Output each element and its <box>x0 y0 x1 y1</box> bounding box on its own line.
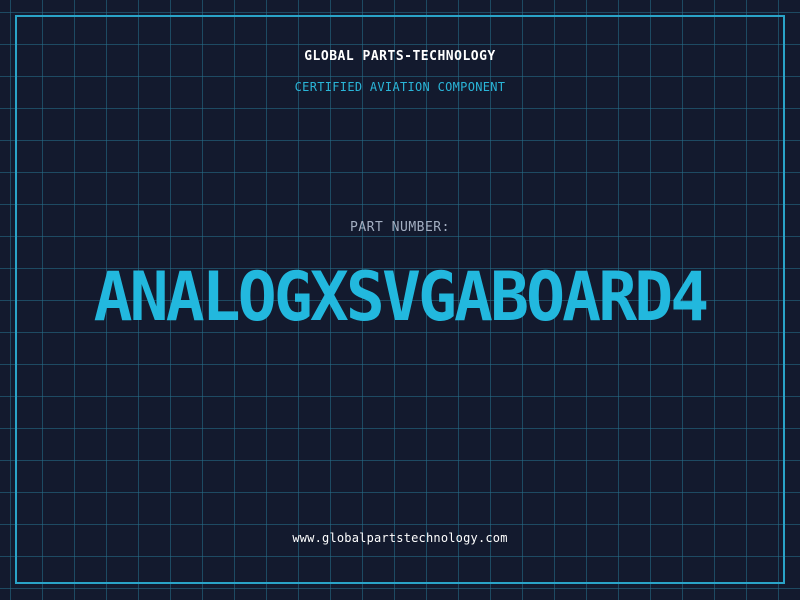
part-number-value: ANALOGXSVGABOARD4 <box>93 258 710 337</box>
certification-subtitle: CERTIFIED AVIATION COMPONENT <box>294 80 506 94</box>
website-link[interactable]: www.globalpartstechnology.com <box>0 531 800 545</box>
company-name: GLOBAL PARTS-TECHNOLOGY <box>304 49 496 64</box>
part-label-card: GLOBAL PARTS-TECHNOLOGY CERTIFIED AVIATI… <box>0 0 800 600</box>
part-number-label: PART NUMBER: <box>350 220 450 235</box>
